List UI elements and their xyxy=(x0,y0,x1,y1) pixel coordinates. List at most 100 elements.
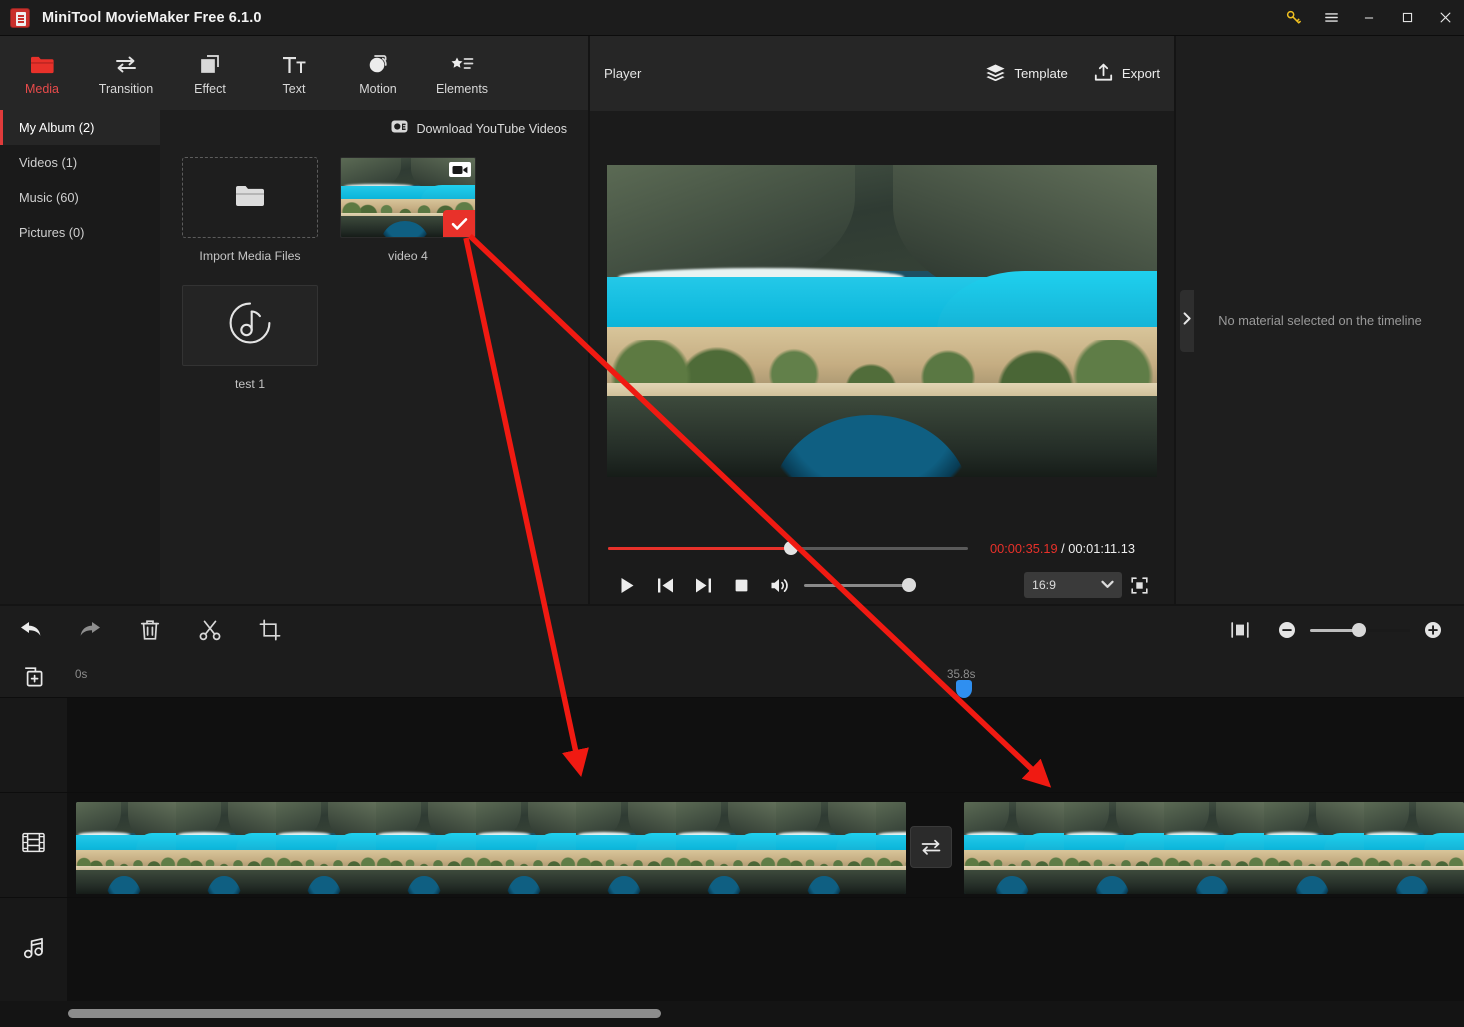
volume-button[interactable] xyxy=(760,568,798,602)
tab-motion[interactable]: Motion xyxy=(336,36,420,110)
properties-empty-message: No material selected on the timeline xyxy=(1218,312,1422,328)
previous-frame-button[interactable] xyxy=(646,568,684,602)
volume-slider[interactable] xyxy=(804,578,916,592)
video-track-header[interactable] xyxy=(0,793,67,898)
music-disc-icon xyxy=(227,300,273,351)
tab-text-label: Text xyxy=(282,81,306,96)
fit-timeline-button[interactable] xyxy=(1210,606,1270,654)
stop-button[interactable] xyxy=(722,568,760,602)
time-separator: / xyxy=(1061,540,1065,556)
close-icon[interactable] xyxy=(1426,0,1464,36)
sidebar-item-videos[interactable]: Videos (1) xyxy=(0,145,160,180)
video-4-thumbnail[interactable] xyxy=(340,157,476,238)
tab-text[interactable]: Text xyxy=(252,36,336,110)
media-item-video-4: video 4 xyxy=(340,157,476,263)
split-button[interactable] xyxy=(180,606,240,654)
playback-progress-handle[interactable] xyxy=(784,541,798,555)
export-button-label: Export xyxy=(1121,66,1160,81)
text-icon xyxy=(282,51,306,75)
playhead-marker-icon[interactable] xyxy=(956,680,972,698)
video-track-body[interactable] xyxy=(67,793,1464,898)
timeline-zoom-fill xyxy=(1310,628,1358,632)
player-panel: Player Template Export 00:00:35.19 / 00:… xyxy=(590,36,1174,604)
transition-swap-icon[interactable] xyxy=(910,826,952,868)
key-icon[interactable] xyxy=(1274,0,1312,36)
next-frame-button[interactable] xyxy=(684,568,722,602)
video-preview-frame[interactable] xyxy=(607,165,1157,477)
tab-motion-label: Motion xyxy=(359,81,397,96)
timeline-zoom-handle[interactable] xyxy=(1352,623,1366,637)
hamburger-menu-icon[interactable] xyxy=(1312,0,1350,36)
timeline-scroll-area xyxy=(0,1001,1464,1027)
play-button[interactable] xyxy=(608,568,646,602)
import-media-files-button[interactable] xyxy=(182,157,318,238)
current-time: 00:00:35.19 xyxy=(990,540,1058,556)
export-button[interactable]: Export xyxy=(1094,63,1160,85)
overlay-track-header xyxy=(0,698,67,793)
media-grid: Import Media Files video 4 test 1 xyxy=(160,147,560,391)
player-controls-row: 16:9 xyxy=(590,565,1174,605)
tab-transition[interactable]: Transition xyxy=(84,36,168,110)
video-4-selected-check-icon[interactable] xyxy=(443,210,475,237)
maximize-icon[interactable] xyxy=(1388,0,1426,36)
ruler-tick-0: 0s xyxy=(75,668,88,681)
total-time: 00:01:11.13 xyxy=(1068,540,1135,556)
timeline-panel: 0s 35.8s xyxy=(0,654,1464,1027)
timeline-horizontal-scrollbar[interactable] xyxy=(68,1009,661,1018)
crop-button[interactable] xyxy=(240,606,300,654)
export-upload-icon xyxy=(1094,63,1113,85)
fullscreen-button[interactable] xyxy=(1122,568,1156,602)
timeline-toolbar xyxy=(0,606,1464,654)
timeline-ruler-gutter[interactable]: 0s 35.8s xyxy=(67,654,1464,698)
audio-track-body[interactable] xyxy=(67,898,1464,1003)
volume-slider-handle[interactable] xyxy=(902,578,916,592)
app-logo-icon xyxy=(10,7,30,28)
tab-elements[interactable]: Elements xyxy=(420,36,504,110)
timecode-display: 00:00:35.19 / 00:01:11.13 xyxy=(990,541,1135,556)
minimize-icon[interactable] xyxy=(1350,0,1388,36)
overlay-track-body[interactable] xyxy=(67,698,1464,793)
test-1-thumbnail[interactable] xyxy=(182,285,318,366)
main-toolbar: Media Transition Effect Text Motion Elem… xyxy=(0,36,588,110)
minitool-moviemaker-window: MiniTool MovieMaker Free 6.1.0 Media Tra… xyxy=(0,0,1464,1027)
player-header-actions: Template Export xyxy=(986,63,1160,85)
download-youtube-videos-label: Download YouTube Videos xyxy=(416,121,567,136)
aspect-ratio-select[interactable]: 16:9 xyxy=(1024,572,1122,598)
zoom-in-button[interactable] xyxy=(1416,606,1450,654)
redo-button[interactable] xyxy=(60,606,120,654)
tab-effect-label: Effect xyxy=(194,81,226,96)
download-youtube-videos-button[interactable]: Download YouTube Videos xyxy=(160,110,588,147)
sidebar-item-pictures[interactable]: Pictures (0) xyxy=(0,215,160,250)
audio-track-header[interactable] xyxy=(0,898,67,1003)
test-1-label: test 1 xyxy=(234,377,266,391)
film-strip-icon xyxy=(22,832,45,858)
template-button-label: Template xyxy=(1014,66,1068,81)
video-clip-1[interactable] xyxy=(76,802,906,894)
panel-collapse-button[interactable] xyxy=(1180,290,1194,352)
media-content-area: Download YouTube Videos Import Media Fil… xyxy=(160,110,588,604)
sidebar-item-pictures-label: Pictures (0) xyxy=(19,225,85,240)
video-clip-2[interactable] xyxy=(964,802,1464,894)
delete-button[interactable] xyxy=(120,606,180,654)
tab-media[interactable]: Media xyxy=(0,36,84,110)
window-title: MiniTool MovieMaker Free 6.1.0 xyxy=(42,9,262,26)
import-media-files-label: Import Media Files xyxy=(199,249,301,263)
sidebar-item-my-album-label: My Album (2) xyxy=(19,120,95,135)
player-header: Player Template Export xyxy=(590,36,1174,111)
zoom-out-button[interactable] xyxy=(1270,606,1304,654)
tab-media-label: Media xyxy=(24,81,60,96)
tab-effect[interactable]: Effect xyxy=(168,36,252,110)
undo-button[interactable] xyxy=(0,606,60,654)
sidebar-item-music[interactable]: Music (60) xyxy=(0,180,160,215)
timeline-zoom-slider[interactable] xyxy=(1310,623,1410,637)
playback-progress-bar[interactable] xyxy=(608,541,968,555)
video-preview-image xyxy=(607,165,1157,477)
media-library-panel: My Album (2) Videos (1) Music (60) Pictu… xyxy=(0,110,588,604)
timeline-zoom-controls xyxy=(1210,606,1464,654)
transition-icon xyxy=(114,51,139,75)
template-button[interactable]: Template xyxy=(986,64,1068,84)
add-media-icon[interactable] xyxy=(22,666,44,693)
sidebar-item-my-album[interactable]: My Album (2) xyxy=(0,110,160,145)
media-item-test-1: test 1 xyxy=(182,285,318,391)
timeline-ruler: 0s 35.8s xyxy=(0,654,1464,698)
